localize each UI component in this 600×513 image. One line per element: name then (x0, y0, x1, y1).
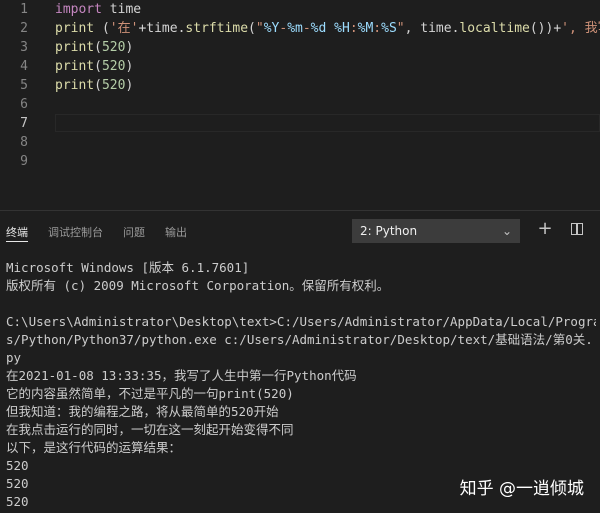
code-token: ', 我写 (561, 21, 600, 36)
code-text: print(520) (55, 76, 133, 95)
code-token: 520 (101, 40, 126, 55)
line-number: 9 (20, 154, 28, 169)
tab-terminal[interactable]: 终端 (6, 224, 28, 240)
active-tab-indicator (6, 241, 28, 242)
code-token: print (55, 78, 95, 93)
code-line[interactable]: 4 print(520) (0, 57, 600, 76)
terminal-line: 在2021-01-08 13:33:35，我写了人生中第一行Python代码 (6, 368, 357, 383)
code-token: localtime (459, 21, 530, 36)
terminal-line: s/Python/Python37/python.exe c:/Users/Ad… (6, 332, 593, 347)
code-token: time (101, 2, 142, 17)
code-token: print (55, 21, 95, 36)
code-editor[interactable]: 1 import time 2 print ('在'+time.strftime("%… (0, 0, 600, 210)
code-token: " (255, 21, 264, 36)
terminal-line: 520 (6, 458, 29, 473)
code-text: print(520) (55, 57, 133, 76)
code-line[interactable]: 7 (0, 114, 600, 133)
code-token: : (373, 21, 382, 36)
code-token: ( (248, 21, 256, 36)
terminal-line: 在我点击运行的同时，一切在这一刻起开始变得不同 (6, 422, 294, 437)
code-token: +time. (138, 21, 186, 36)
code-token: ( (94, 59, 102, 74)
code-token: import (55, 2, 102, 17)
code-line[interactable]: 9 (0, 152, 600, 171)
code-token: %Y (263, 21, 280, 36)
plus-icon: + (537, 218, 553, 239)
line-number: 8 (20, 135, 28, 150)
code-token: 520 (101, 59, 126, 74)
code-token: : (349, 21, 358, 36)
terminal-line: 但我知道：我的编程之路，将从最简单的520开始 (6, 404, 279, 419)
code-token: strftime (185, 21, 249, 36)
terminal-select[interactable]: 2: Python ⌄ (352, 219, 520, 243)
panel-tab-bar: 终端 调试控制台 问题 输出 2: Python ⌄ + (0, 211, 600, 251)
code-token: ) (125, 78, 134, 93)
line-number: 5 (20, 78, 28, 93)
code-token: %M (357, 21, 374, 36)
terminal-line: 版权所有 (c) 2009 Microsoft Corporation。保留所有… (6, 278, 390, 293)
code-line[interactable]: 8 (0, 133, 600, 152)
terminal-line: 以下，是这行代码的运算结果： (6, 440, 182, 455)
code-token: %m (287, 21, 303, 36)
code-line[interactable]: 1 import time (0, 0, 600, 19)
code-token: ())+ (529, 21, 562, 36)
chevron-down-icon: ⌄ (501, 224, 512, 238)
code-token: %H (334, 21, 350, 36)
code-token: print (55, 59, 95, 74)
line-number: 4 (20, 59, 28, 74)
code-token: '在' (109, 21, 139, 36)
code-token: - (279, 21, 288, 36)
code-token: %d (310, 21, 327, 36)
tab-problems[interactable]: 问题 (123, 224, 145, 240)
code-line[interactable]: 5 print(520) (0, 76, 600, 95)
code-token: %S (381, 21, 397, 36)
line-number: 3 (20, 40, 28, 55)
code-line[interactable]: 2 print ('在'+time.strftime("%Y-%m-%d %H:%… (0, 19, 600, 38)
code-text: import time (55, 0, 141, 19)
line-number: 7 (20, 116, 28, 131)
code-text: print(520) (55, 38, 133, 57)
line-number: 2 (20, 21, 28, 36)
line-number: 6 (20, 97, 28, 112)
code-token: - (302, 21, 311, 36)
code-token: ( (94, 40, 102, 55)
tab-output[interactable]: 输出 (165, 224, 187, 240)
code-token: print (55, 40, 95, 55)
add-terminal-button[interactable]: + (536, 219, 554, 239)
code-token: ( (94, 21, 110, 36)
code-token: " (396, 21, 405, 36)
watermark: 知乎 @一逍倾城 (459, 479, 584, 499)
code-line[interactable]: 6 (0, 95, 600, 114)
code-token: ) (125, 40, 134, 55)
split-terminal-icon[interactable] (571, 223, 583, 235)
code-token: , time. (404, 21, 460, 36)
code-token: ( (94, 78, 102, 93)
terminal-select-value: 2: Python (360, 224, 418, 238)
terminal-line: Microsoft Windows [版本 6.1.7601] (6, 260, 250, 275)
terminal-line: C:\Users\Administrator\Desktop\text>C:/U… (6, 314, 596, 329)
code-token: ) (125, 59, 134, 74)
line-number: 1 (20, 2, 28, 17)
terminal-line: 它的内容虽然简单，不过是平凡的一句print(520) (6, 386, 294, 401)
code-line[interactable]: 3 print(520) (0, 38, 600, 57)
tab-debug-console[interactable]: 调试控制台 (48, 224, 103, 240)
terminal-line: py (6, 350, 22, 365)
code-text: print ('在'+time.strftime("%Y-%m-%d %H:%M… (55, 19, 600, 38)
code-token: 520 (101, 78, 126, 93)
